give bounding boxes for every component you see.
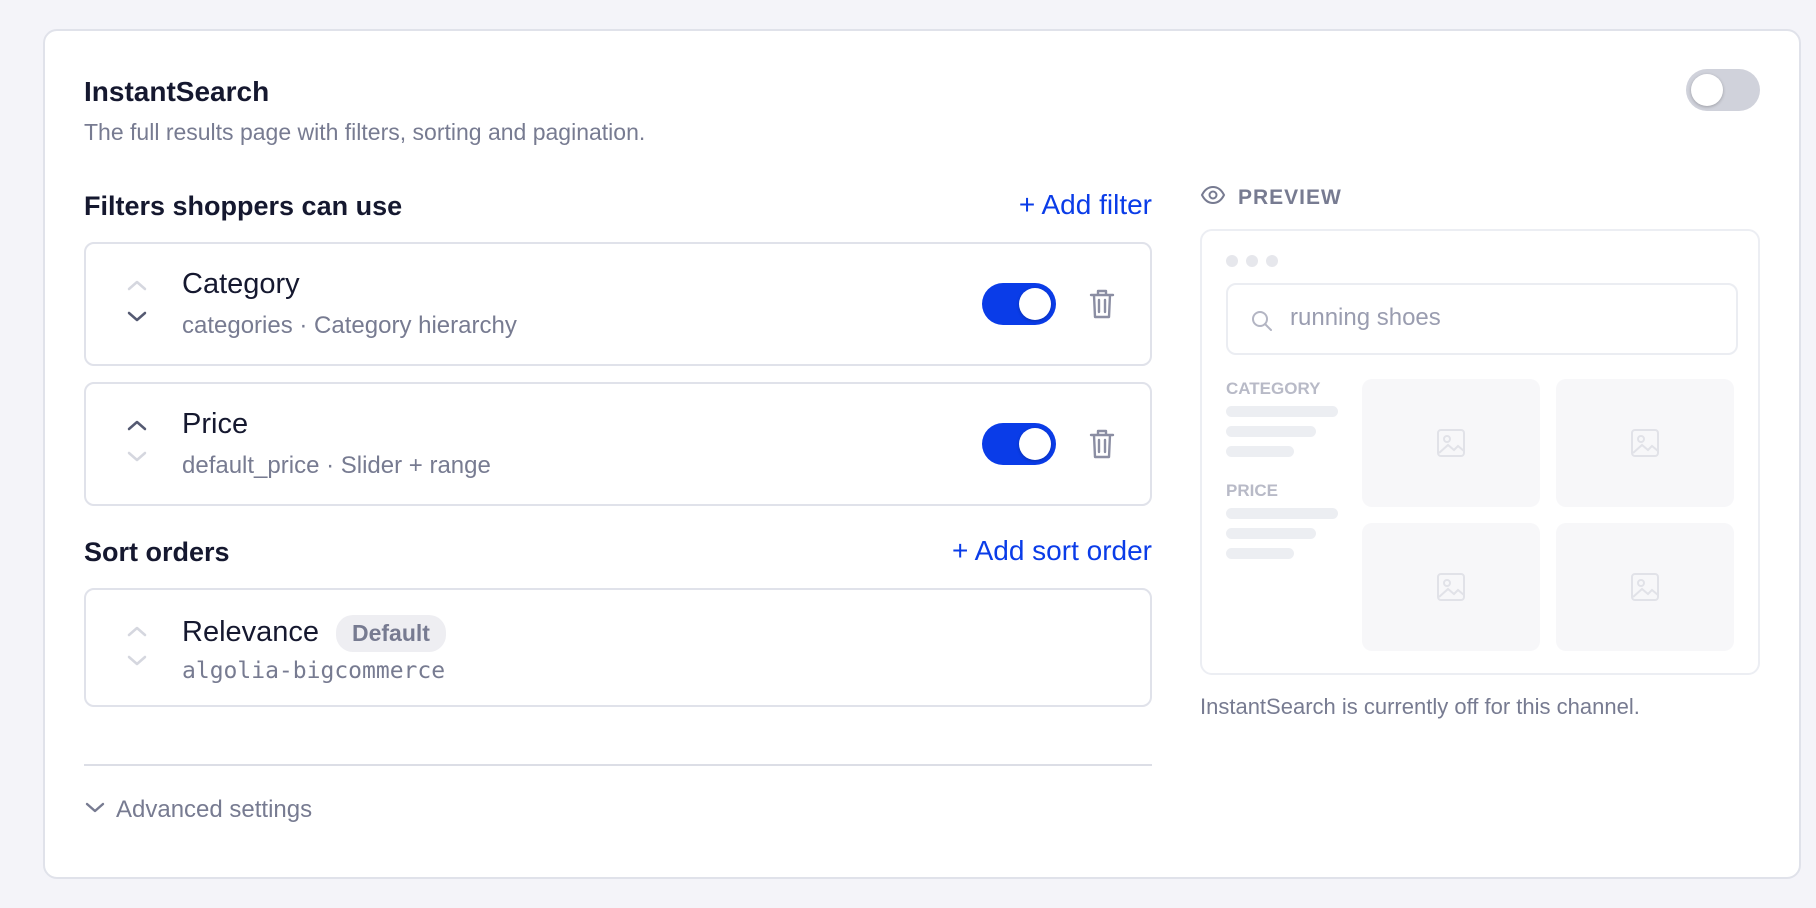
move-down-chevron-down-icon[interactable]	[126, 450, 148, 466]
move-down-chevron-down-icon[interactable]	[126, 654, 148, 670]
image-icon	[1436, 572, 1466, 607]
advanced-settings-toggle[interactable]: Advanced settings	[84, 796, 312, 824]
placeholder-bar	[1226, 426, 1316, 437]
advanced-settings-label: Advanced settings	[116, 796, 313, 823]
preview-mockup: running shoes CATEGORY PRICE	[1200, 229, 1760, 675]
image-icon	[1436, 428, 1466, 463]
section-divider	[84, 764, 1152, 766]
placeholder-bar	[1226, 528, 1316, 539]
filter-detail: default_price · Slider + range	[182, 452, 491, 479]
page-title: InstantSearch	[84, 76, 270, 107]
filter-row-price: Price default_price · Slider + range	[84, 382, 1152, 506]
filter-detail: categories · Category hierarchy	[182, 312, 517, 339]
placeholder-bar	[1226, 446, 1294, 457]
placeholder-bar	[1226, 548, 1294, 559]
toggle-knob	[1019, 288, 1051, 320]
move-down-chevron-down-icon[interactable]	[126, 310, 148, 326]
move-up-chevron-up-icon[interactable]	[126, 278, 148, 294]
image-icon	[1630, 572, 1660, 607]
page-subtitle: The full results page with filters, sort…	[84, 119, 646, 145]
filter-enable-toggle[interactable]	[982, 423, 1056, 465]
window-dots	[1226, 255, 1278, 267]
filter-name: Price	[182, 408, 249, 440]
product-tile	[1362, 523, 1540, 651]
chevron-down-icon	[84, 801, 106, 820]
delete-trash-icon[interactable]	[1088, 428, 1116, 460]
filter-name: Category	[182, 268, 300, 300]
preview-search-value: running shoes	[1290, 304, 1441, 331]
default-badge: Default	[336, 615, 446, 652]
product-tile	[1362, 379, 1540, 507]
preview-label: PREVIEW	[1238, 185, 1342, 209]
sort-index-name: algolia-bigcommerce	[182, 658, 446, 684]
sort-section-title: Sort orders	[84, 537, 230, 567]
preview-facet-price: PRICE	[1226, 481, 1278, 500]
sort-name: Relevance	[182, 616, 320, 648]
image-icon	[1630, 428, 1660, 463]
filter-enable-toggle[interactable]	[982, 283, 1056, 325]
preview-header: PREVIEW	[1200, 185, 1342, 210]
product-tile	[1556, 523, 1734, 651]
search-icon	[1250, 309, 1274, 338]
add-filter-link[interactable]: + Add filter	[1019, 189, 1152, 221]
move-up-chevron-up-icon[interactable]	[126, 418, 148, 434]
toggle-knob	[1019, 428, 1051, 460]
move-up-chevron-up-icon[interactable]	[126, 624, 148, 640]
instantsearch-enable-toggle[interactable]	[1686, 69, 1760, 111]
toggle-knob	[1691, 74, 1723, 106]
sort-row-relevance: Relevance Default algolia-bigcommerce	[84, 588, 1152, 707]
product-tile	[1556, 379, 1734, 507]
add-sort-order-link[interactable]: + Add sort order	[952, 535, 1152, 567]
placeholder-bar	[1226, 508, 1338, 519]
preview-facet-category: CATEGORY	[1226, 379, 1321, 398]
preview-status-note: InstantSearch is currently off for this …	[1200, 694, 1640, 719]
filter-row-category: Category categories · Category hierarchy	[84, 242, 1152, 366]
preview-search-box: running shoes	[1226, 283, 1738, 355]
filters-section-title: Filters shoppers can use	[84, 191, 403, 221]
eye-icon	[1200, 185, 1226, 210]
delete-trash-icon[interactable]	[1088, 288, 1116, 320]
placeholder-bar	[1226, 406, 1338, 417]
